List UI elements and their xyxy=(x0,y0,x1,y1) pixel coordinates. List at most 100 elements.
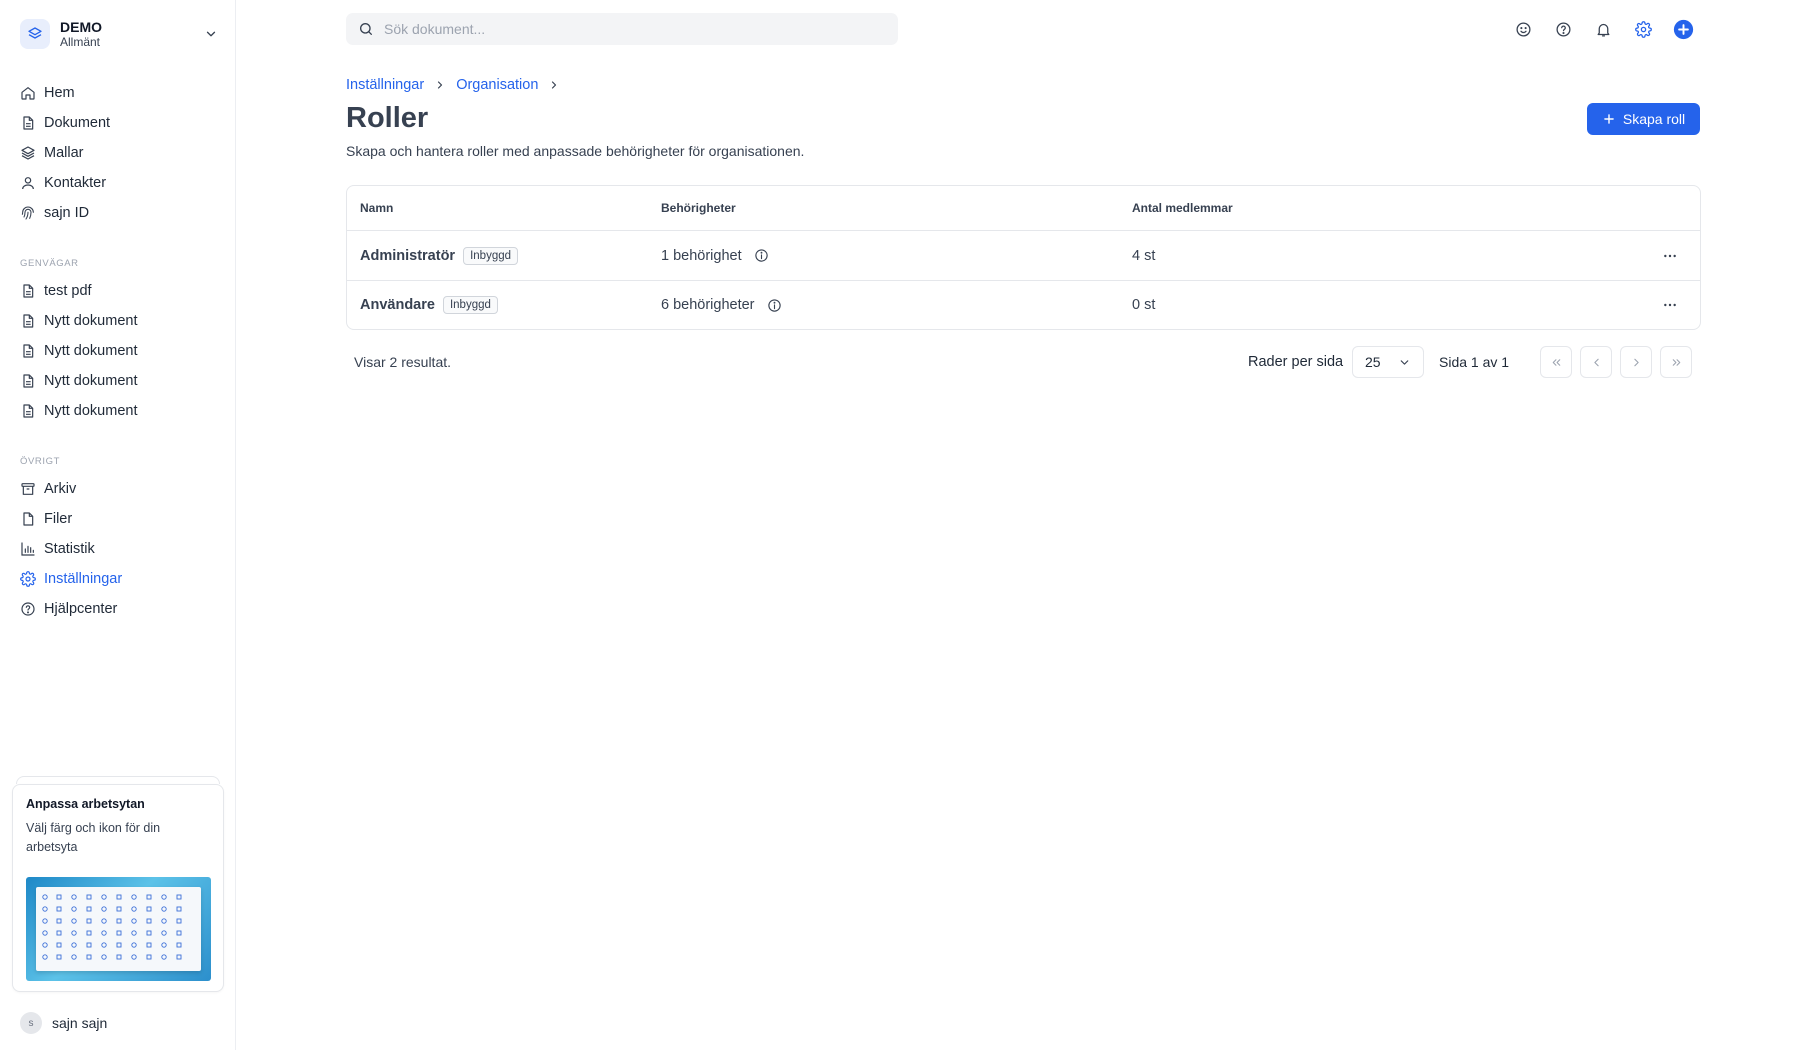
sidebar-item-filer[interactable]: Filer xyxy=(20,506,220,532)
help-circle-icon xyxy=(20,601,36,617)
breadcrumb: Inställningar Organisation xyxy=(346,77,570,93)
more-options-icon[interactable] xyxy=(1662,297,1678,313)
sidebar-item-arkiv[interactable]: Arkiv xyxy=(20,476,220,502)
bell-icon[interactable] xyxy=(1592,18,1614,40)
rows-per-page-select[interactable]: 25 xyxy=(1352,346,1424,378)
previous-page-button[interactable] xyxy=(1580,346,1612,378)
section-label-shortcuts: GENVÄGAR xyxy=(20,258,79,269)
results-count: Visar 2 resultat. xyxy=(354,354,452,370)
page-title: Roller xyxy=(346,102,429,134)
promo-stack-edge xyxy=(16,776,220,784)
sidebar-item-hem[interactable]: Hem xyxy=(20,80,220,106)
sidebar-item-kontakter[interactable]: Kontakter xyxy=(20,170,220,196)
gear-icon xyxy=(20,571,36,587)
breadcrumb-link-installningar[interactable]: Inställningar xyxy=(346,77,424,93)
table-header: Namn Behörigheter Antal medlemmar xyxy=(347,186,1700,231)
sidebar-shortcut[interactable]: Nytt dokument xyxy=(20,308,220,334)
sidebar-item-mallar[interactable]: Mallar xyxy=(20,140,220,166)
smiley-icon[interactable] xyxy=(1512,18,1534,40)
sidebar-item-label: Hjälpcenter xyxy=(44,601,118,617)
last-page-button[interactable] xyxy=(1660,346,1692,378)
bar-chart-icon xyxy=(20,541,36,557)
table-row[interactable]: Användare Inbyggd 6 behörigheter 0 st xyxy=(347,280,1700,329)
chevrons-left-icon xyxy=(1552,358,1560,366)
sidebar-shortcut[interactable]: Nytt dokument xyxy=(20,368,220,394)
chevron-left-icon xyxy=(1593,358,1599,366)
info-icon[interactable] xyxy=(754,248,769,263)
document-icon xyxy=(20,373,36,389)
search-input[interactable] xyxy=(384,21,864,37)
document-icon xyxy=(20,313,36,329)
rows-per-page-label: Rader per sida xyxy=(1248,354,1344,370)
role-name: Användare xyxy=(360,297,435,313)
first-page-button[interactable] xyxy=(1540,346,1572,378)
more-options-icon[interactable] xyxy=(1662,248,1678,264)
sidebar-item-label: Nytt dokument xyxy=(44,343,138,359)
sidebar-shortcut[interactable]: test pdf xyxy=(20,278,220,304)
home-icon xyxy=(20,85,36,101)
user-profile[interactable]: s sajn sajn xyxy=(20,1012,107,1034)
user-icon xyxy=(20,175,36,191)
sidebar-item-dokument[interactable]: Dokument xyxy=(20,110,220,136)
builtin-badge: Inbyggd xyxy=(463,246,519,265)
promo-title: Anpassa arbetsytan xyxy=(26,797,145,811)
help-circle-icon[interactable] xyxy=(1552,18,1574,40)
page-info: Sida 1 av 1 xyxy=(1439,354,1510,370)
layers-icon xyxy=(20,19,50,49)
chevron-right-icon xyxy=(548,79,560,91)
gear-icon[interactable] xyxy=(1632,18,1654,40)
section-label-other: ÖVRIGT xyxy=(20,456,61,467)
plus-icon xyxy=(1602,112,1616,126)
sidebar-item-label: Arkiv xyxy=(44,481,77,497)
document-icon xyxy=(20,115,36,131)
workspace-switcher[interactable]: DEMO Allmänt xyxy=(20,16,220,52)
permissions-count: 1 behörighet xyxy=(661,247,742,264)
sidebar-item-label: Nytt dokument xyxy=(44,313,138,329)
sidebar-item-label: Nytt dokument xyxy=(44,403,138,419)
column-header-permissions[interactable]: Behörigheter xyxy=(661,201,1132,215)
pagination-controls xyxy=(1540,346,1692,378)
workspace-subtitle: Allmänt xyxy=(60,34,101,49)
icon-grid-preview-image xyxy=(26,877,211,981)
avatar: s xyxy=(20,1012,42,1034)
create-role-button[interactable]: Skapa roll xyxy=(1587,103,1700,135)
column-header-members[interactable]: Antal medlemmar xyxy=(1132,201,1640,215)
customize-workspace-card[interactable]: Anpassa arbetsytan Välj färg och ikon fö… xyxy=(12,784,224,992)
promo-text: Välj färg och ikon för din arbetsyta xyxy=(26,821,161,854)
sidebar-item-label: Dokument xyxy=(44,115,111,131)
add-circle-icon[interactable] xyxy=(1672,18,1694,40)
role-name: Administratör xyxy=(360,247,456,264)
sidebar-item-label: test pdf xyxy=(44,283,92,299)
search-bar[interactable] xyxy=(346,13,898,45)
chevron-right-icon xyxy=(1633,358,1639,366)
sidebar-item-installningar[interactable]: Inställningar xyxy=(20,566,220,592)
document-icon xyxy=(20,403,36,419)
sidebar-item-statistik[interactable]: Statistik xyxy=(20,536,220,562)
table-row[interactable]: Administratör Inbyggd 1 behörighet 4 st xyxy=(347,231,1700,280)
sidebar-item-label: Inställningar xyxy=(44,571,123,587)
column-header-name[interactable]: Namn xyxy=(347,201,661,215)
archive-icon xyxy=(20,481,36,497)
document-icon xyxy=(20,343,36,359)
sidebar-shortcut[interactable]: Nytt dokument xyxy=(20,398,220,424)
next-page-button[interactable] xyxy=(1620,346,1652,378)
page-description: Skapa och hantera roller med anpassade b… xyxy=(346,143,805,159)
sidebar-item-label: Filer xyxy=(44,511,73,527)
sidebar-item-label: Hem xyxy=(44,85,75,101)
search-icon xyxy=(358,21,374,37)
roles-table: Namn Behörigheter Antal medlemmar Admini… xyxy=(346,185,1701,330)
sidebar-item-label: Statistik xyxy=(44,541,95,557)
permissions-count: 6 behörigheter xyxy=(661,297,755,313)
members-count: 4 st xyxy=(1132,247,1156,264)
sidebar-shortcut[interactable]: Nytt dokument xyxy=(20,338,220,364)
sidebar-item-sajn-id[interactable]: sajn ID xyxy=(20,200,220,226)
sidebar-item-hjalpcenter[interactable]: Hjälpcenter xyxy=(20,596,220,622)
icon-grid-sheet xyxy=(36,887,201,971)
breadcrumb-link-organisation[interactable]: Organisation xyxy=(456,77,538,93)
chevrons-right-icon xyxy=(1672,358,1680,366)
info-icon[interactable] xyxy=(767,298,782,313)
user-name: sajn sajn xyxy=(52,1015,108,1031)
workspace-name: DEMO xyxy=(60,18,102,35)
sidebar: DEMO Allmänt Hem Dokument Mallar Kontakt… xyxy=(0,0,236,1050)
create-role-label: Skapa roll xyxy=(1622,111,1686,127)
